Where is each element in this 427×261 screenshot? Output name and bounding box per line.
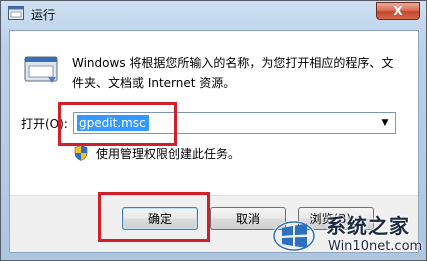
browse-button[interactable]: 浏览(B)... (298, 207, 374, 230)
admin-privilege-note: 使用管理权限创建此任务。 (96, 147, 241, 161)
window-title: 运行 (31, 8, 56, 22)
cancel-button[interactable]: 取消 (210, 207, 286, 230)
run-program-icon (24, 56, 58, 83)
chevron-down-icon[interactable]: ▼ (378, 115, 392, 131)
uac-shield-icon (74, 145, 88, 161)
command-input[interactable] (76, 115, 371, 131)
run-app-icon (8, 6, 24, 20)
dialog-body: Windows 将根据您所输入的名称，为您打开相应的程序、文件夹、文档或 Int… (9, 30, 419, 253)
title-bar[interactable]: 运行 X (1, 1, 426, 29)
open-label: 打开(O): (21, 117, 68, 131)
ok-button[interactable]: 确定 (122, 207, 198, 230)
dialog-description: Windows 将根据您所输入的名称，为您打开相应的程序、文件夹、文档或 Int… (72, 56, 394, 90)
command-combobox[interactable]: ▼ (73, 112, 396, 134)
close-button[interactable]: X (376, 2, 420, 20)
run-dialog-window: 运行 X Windows 将根据您所输入的名称，为您打开相应的程序、文件夹、文档… (0, 0, 427, 261)
